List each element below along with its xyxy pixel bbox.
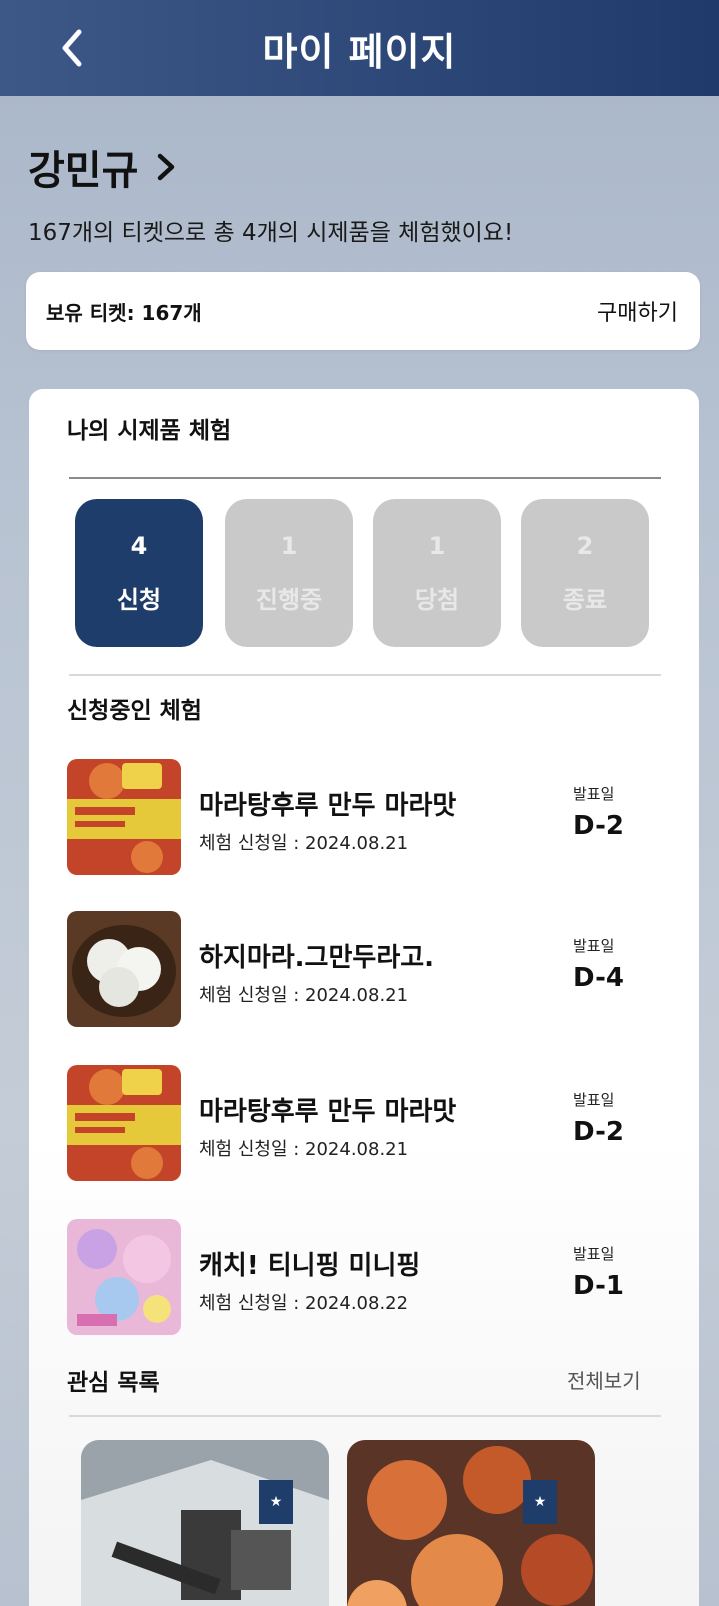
tab-label: 종료 (562, 585, 608, 614)
profile-link[interactable]: 강민규 (28, 138, 176, 196)
bookmark-star-icon[interactable]: ★ (523, 1480, 557, 1524)
announce-label: 발표일 (573, 1091, 615, 1109)
dday-badge: D-1 (573, 1271, 624, 1301)
tab-applied[interactable]: 4 신청 (75, 499, 203, 647)
item-date: 체험 신청일 : 2024.08.21 (199, 1139, 409, 1160)
tab-count: 2 (576, 531, 594, 560)
tab-count: 4 (130, 531, 148, 560)
chevron-left-icon (62, 29, 82, 67)
divider (69, 1415, 661, 1417)
back-button[interactable] (50, 22, 94, 74)
view-all-link[interactable]: 전체보기 (567, 1365, 641, 1394)
item-title: 하지마라.그만두라고. (199, 943, 435, 973)
buy-tickets-button[interactable]: 구매하기 (597, 295, 678, 327)
wishlist-section-title: 관심 목록 (67, 1370, 160, 1396)
profile-summary: 167개의 티켓으로 총 4개의 시제품을 체험했이요! (28, 220, 514, 246)
dday-badge: D-4 (573, 963, 624, 993)
announce-label: 발표일 (573, 937, 615, 955)
product-thumbnail (67, 759, 181, 875)
product-thumbnail (67, 1219, 181, 1335)
list-item[interactable]: 하지마라.그만두라고. 체험 신청일 : 2024.08.21 발표일 D-4 (67, 911, 667, 1027)
ticket-balance: 보유 티켓: 167개 (46, 300, 202, 325)
item-date: 체험 신청일 : 2024.08.22 (199, 1293, 409, 1314)
announce-label: 발표일 (573, 1245, 615, 1263)
item-date: 체험 신청일 : 2024.08.21 (199, 833, 409, 854)
experience-card: 나의 시제품 체험 4 신청 1 진행중 1 당첨 2 종료 신청중인 체험 마… (29, 389, 699, 1606)
wishlist-item[interactable]: ★ (347, 1440, 595, 1606)
tab-label: 당첨 (414, 585, 460, 614)
tab-won[interactable]: 1 당첨 (373, 499, 501, 647)
tab-count: 1 (428, 531, 446, 560)
tab-finished[interactable]: 2 종료 (521, 499, 649, 647)
tab-in-progress[interactable]: 1 진행중 (225, 499, 353, 647)
experience-section-title: 나의 시제품 체험 (67, 418, 232, 444)
ticket-card: 보유 티켓: 167개 구매하기 (26, 272, 700, 350)
bookmark-star-icon[interactable]: ★ (259, 1480, 293, 1524)
item-date: 체험 신청일 : 2024.08.21 (199, 985, 409, 1006)
tab-label: 진행중 (255, 585, 323, 614)
applied-section-title: 신청중인 체험 (67, 698, 202, 724)
list-item[interactable]: 마라탕후루 만두 마라맛 체험 신청일 : 2024.08.21 발표일 D-2 (67, 1065, 667, 1181)
page-title: 마이 페이지 (262, 29, 457, 74)
product-thumbnail (67, 911, 181, 1027)
chevron-right-icon (158, 153, 175, 181)
item-title: 마라탕후루 만두 마라맛 (199, 791, 457, 821)
product-thumbnail (67, 1065, 181, 1181)
app-header: 마이 페이지 (0, 0, 719, 96)
tab-label: 신청 (116, 585, 162, 614)
list-item[interactable]: 캐치! 티니핑 미니핑 체험 신청일 : 2024.08.22 발표일 D-1 (67, 1219, 667, 1335)
list-item[interactable]: 마라탕후루 만두 마라맛 체험 신청일 : 2024.08.21 발표일 D-2 (67, 759, 667, 875)
item-title: 캐치! 티니핑 미니핑 (199, 1251, 421, 1281)
dday-badge: D-2 (573, 1117, 624, 1147)
profile-name: 강민규 (28, 148, 139, 194)
divider (69, 477, 661, 479)
divider (69, 674, 661, 676)
wishlist-item[interactable]: ★ (81, 1440, 329, 1606)
tab-count: 1 (280, 531, 298, 560)
dday-badge: D-2 (573, 811, 624, 841)
item-title: 마라탕후루 만두 마라맛 (199, 1097, 457, 1127)
announce-label: 발표일 (573, 785, 615, 803)
